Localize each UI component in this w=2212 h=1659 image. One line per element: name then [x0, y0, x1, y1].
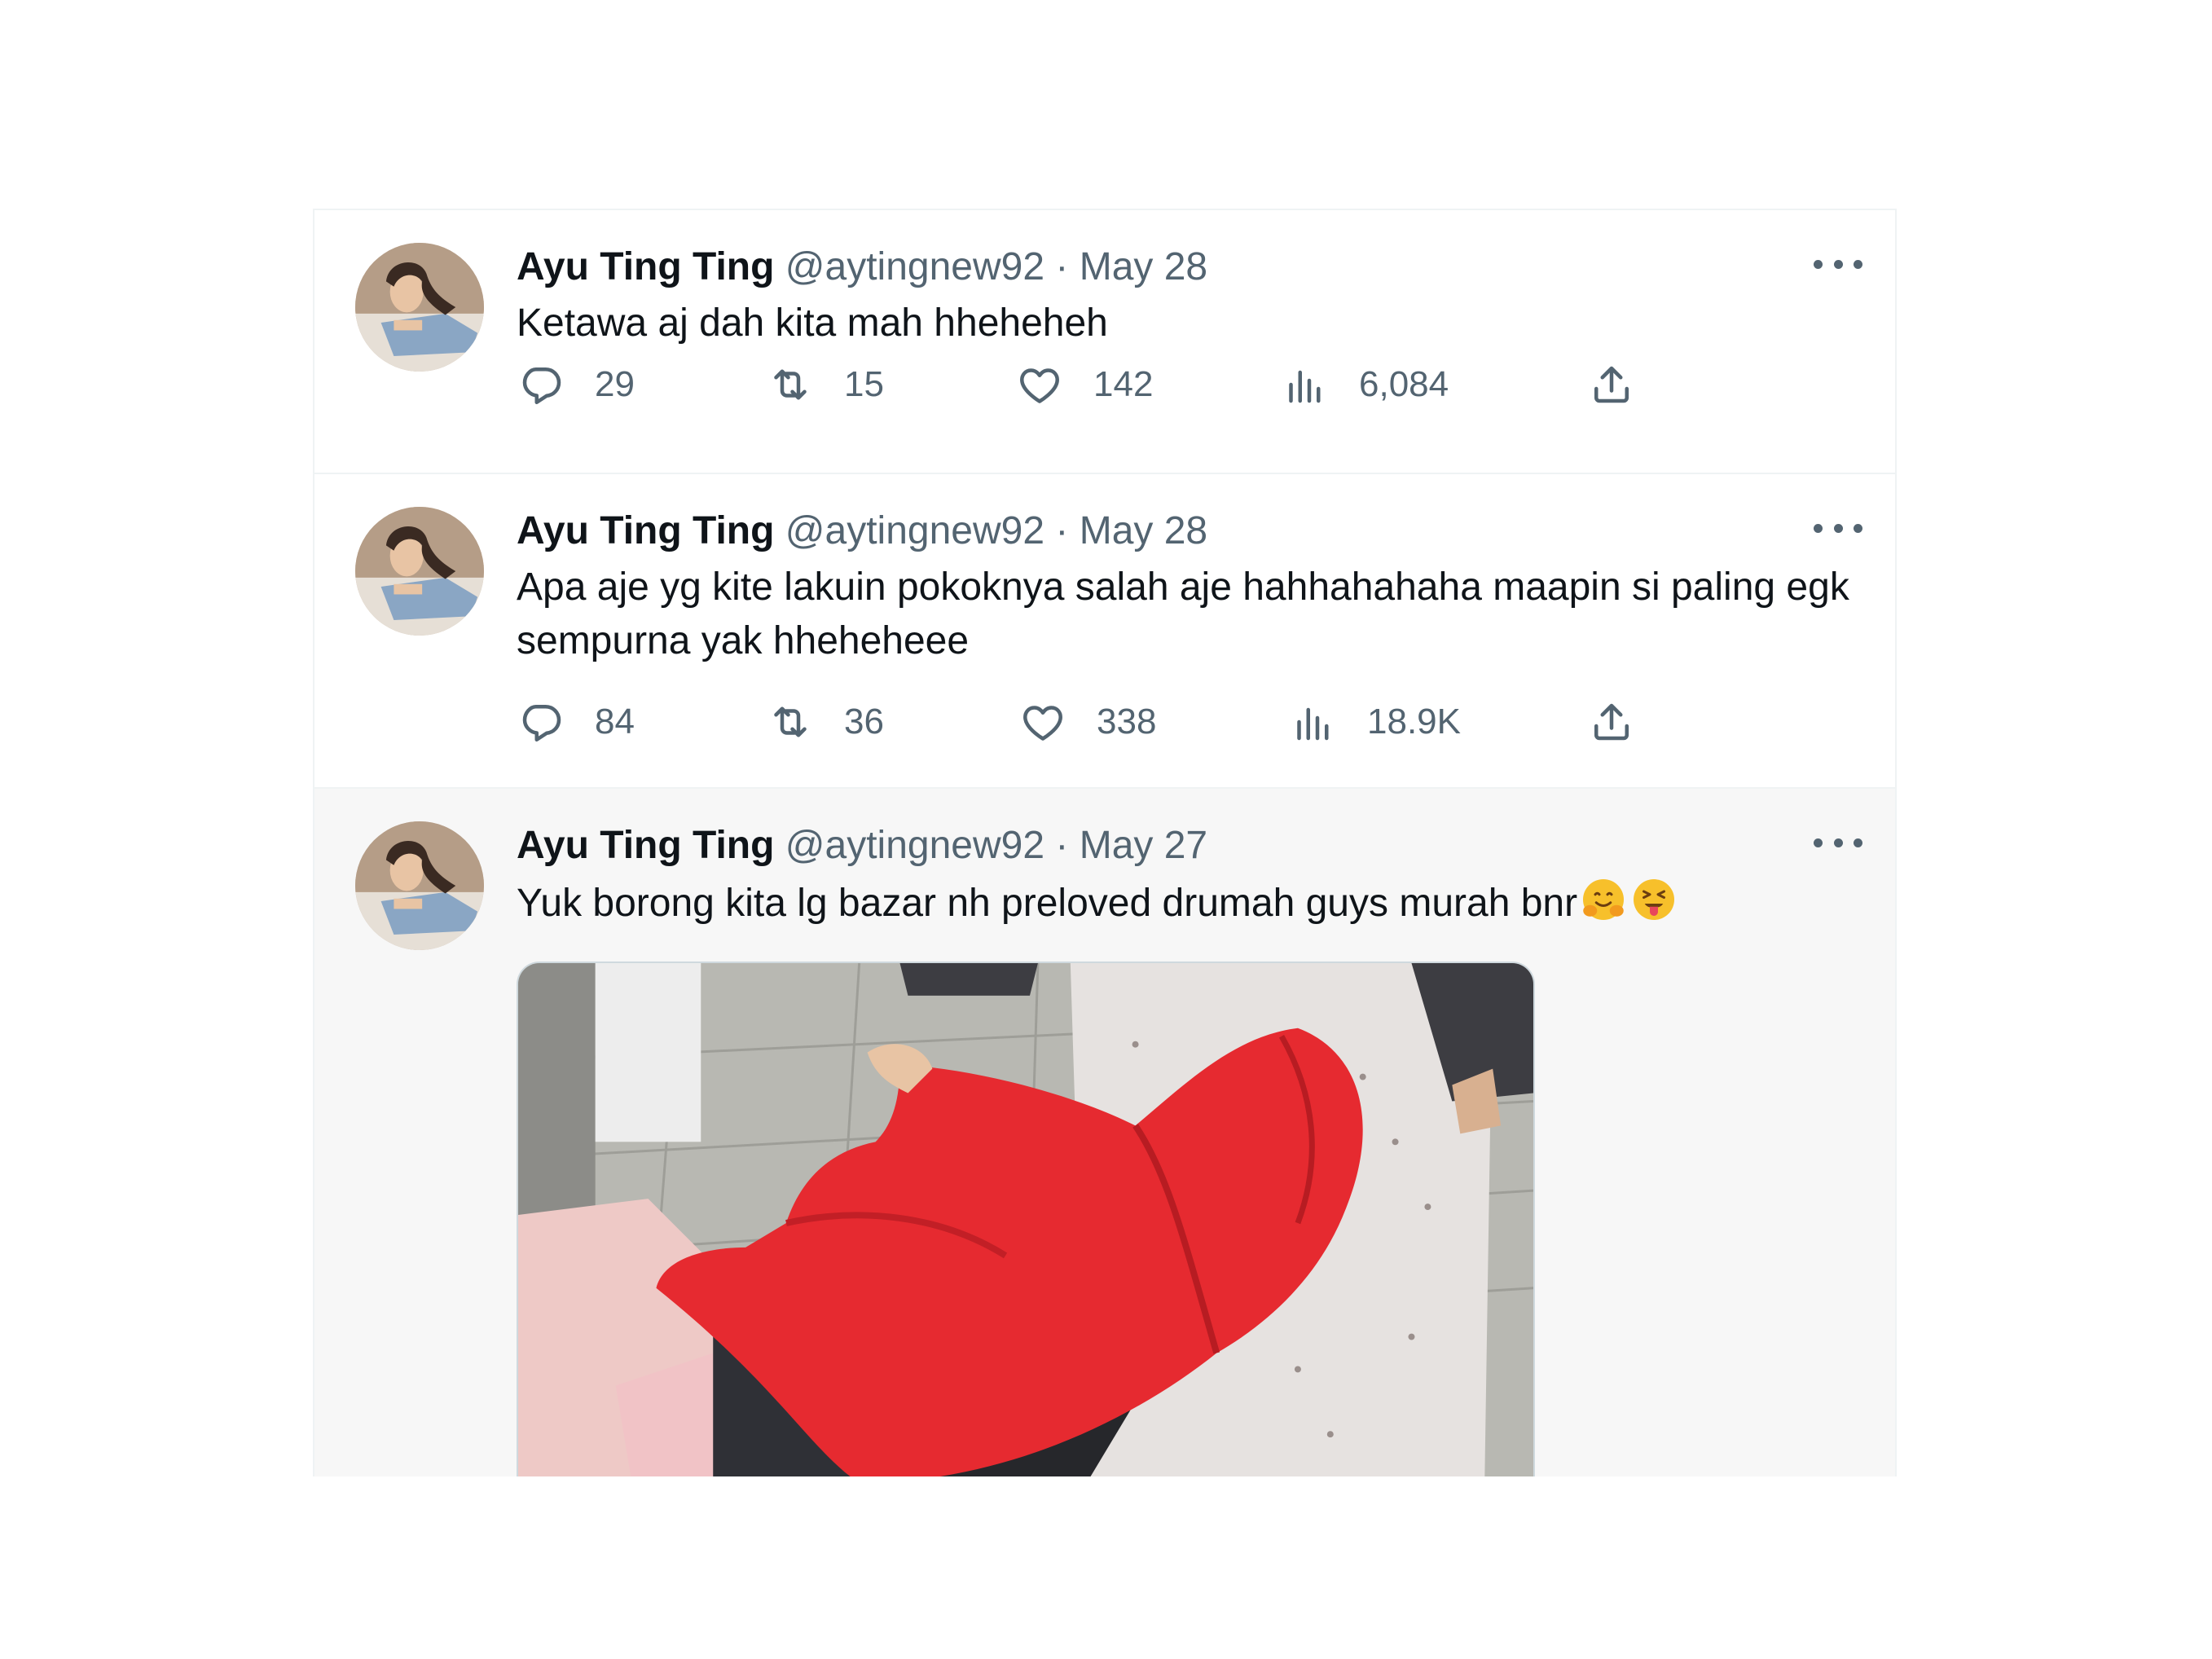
reply-icon [517, 697, 565, 746]
author-name[interactable]: Ayu Ting Ting [517, 509, 774, 552]
like-count: 142 [1093, 364, 1154, 404]
tweet-date[interactable]: May 28 [1080, 245, 1207, 288]
author-handle[interactable]: @aytingnew92 [785, 509, 1044, 552]
share-icon [1587, 360, 1636, 409]
views-count: 6,084 [1359, 364, 1449, 404]
reply-button[interactable]: 84 [517, 697, 635, 746]
separator: · [1055, 824, 1069, 867]
avatar[interactable] [355, 821, 484, 950]
tweet-header: Ayu Ting Ting @aytingnew92 · May 28 [517, 243, 1862, 292]
share-button[interactable] [1587, 697, 1636, 746]
tweet-text-container: Yuk borong kita lg bazar nh preloved dru… [517, 875, 1862, 931]
retweet-count: 36 [844, 702, 884, 741]
retweet-button[interactable]: 36 [766, 697, 884, 746]
tweet[interactable]: Ayu Ting Ting @aytingnew92 · May 27 Yuk … [314, 789, 1895, 1476]
hugging-face-emoji [1579, 875, 1628, 924]
tweet-date[interactable]: May 28 [1080, 509, 1207, 552]
retweet-button[interactable]: 15 [766, 360, 884, 409]
author-handle[interactable]: @aytingnew92 [785, 824, 1044, 867]
timeline: Ayu Ting Ting @aytingnew92 · May 28 Keta… [313, 209, 1897, 1476]
more-icon[interactable] [1814, 826, 1862, 859]
tweet-header: Ayu Ting Ting @aytingnew92 · May 28 [517, 507, 1862, 556]
share-icon [1587, 697, 1636, 746]
like-button[interactable]: 142 [1015, 360, 1153, 409]
views-count: 18.9K [1367, 702, 1461, 741]
views-icon [1281, 360, 1330, 409]
retweet-icon [766, 697, 815, 746]
tweet-text: Yuk borong kita lg bazar nh preloved dru… [517, 882, 1578, 925]
reply-button[interactable]: 29 [517, 360, 635, 409]
more-icon[interactable] [1814, 248, 1862, 280]
tweet-actions: 29 15 142 6,084 [517, 360, 1641, 409]
tweet-text: Apa aje yg kite lakuin pokoknya salah aj… [517, 565, 1849, 662]
tweet-actions: 84 36 338 18.9K [517, 697, 1641, 746]
tweet-date[interactable]: May 27 [1080, 824, 1207, 867]
avatar[interactable] [355, 243, 484, 372]
tweet-body: Ayu Ting Ting @aytingnew92 · May 27 Yuk … [517, 821, 1862, 931]
more-icon[interactable] [1814, 512, 1862, 544]
reply-count: 29 [595, 364, 635, 404]
avatar[interactable] [355, 507, 484, 636]
tweet-body: Ayu Ting Ting @aytingnew92 · May 28 Keta… [517, 243, 1862, 350]
share-button[interactable] [1587, 360, 1636, 409]
views-button[interactable]: 18.9K [1289, 697, 1461, 746]
like-icon [1015, 360, 1064, 409]
retweet-icon [766, 360, 815, 409]
tweet[interactable]: Ayu Ting Ting @aytingnew92 · May 28 Keta… [314, 210, 1895, 474]
squinting-tongue-emoji [1629, 875, 1678, 924]
author-name[interactable]: Ayu Ting Ting [517, 824, 774, 867]
separator: · [1055, 509, 1069, 552]
tweet-text: Ketawa aj dah kita mah hheheheh [517, 301, 1108, 345]
like-button[interactable]: 338 [1018, 697, 1156, 746]
tweet-header: Ayu Ting Ting @aytingnew92 · May 27 [517, 821, 1862, 870]
like-count: 338 [1097, 702, 1157, 741]
tweet-media-image[interactable] [517, 962, 1535, 1476]
retweet-count: 15 [844, 364, 884, 404]
reply-count: 84 [595, 702, 635, 741]
reply-icon [517, 360, 565, 409]
tweet[interactable]: Ayu Ting Ting @aytingnew92 · May 28 Apa … [314, 474, 1895, 789]
separator: · [1055, 245, 1069, 288]
views-button[interactable]: 6,084 [1281, 360, 1449, 409]
tweet-body: Ayu Ting Ting @aytingnew92 · May 28 Apa … [517, 507, 1862, 668]
author-name[interactable]: Ayu Ting Ting [517, 245, 774, 288]
like-icon [1018, 697, 1067, 746]
views-icon [1289, 697, 1338, 746]
author-handle[interactable]: @aytingnew92 [785, 245, 1044, 288]
